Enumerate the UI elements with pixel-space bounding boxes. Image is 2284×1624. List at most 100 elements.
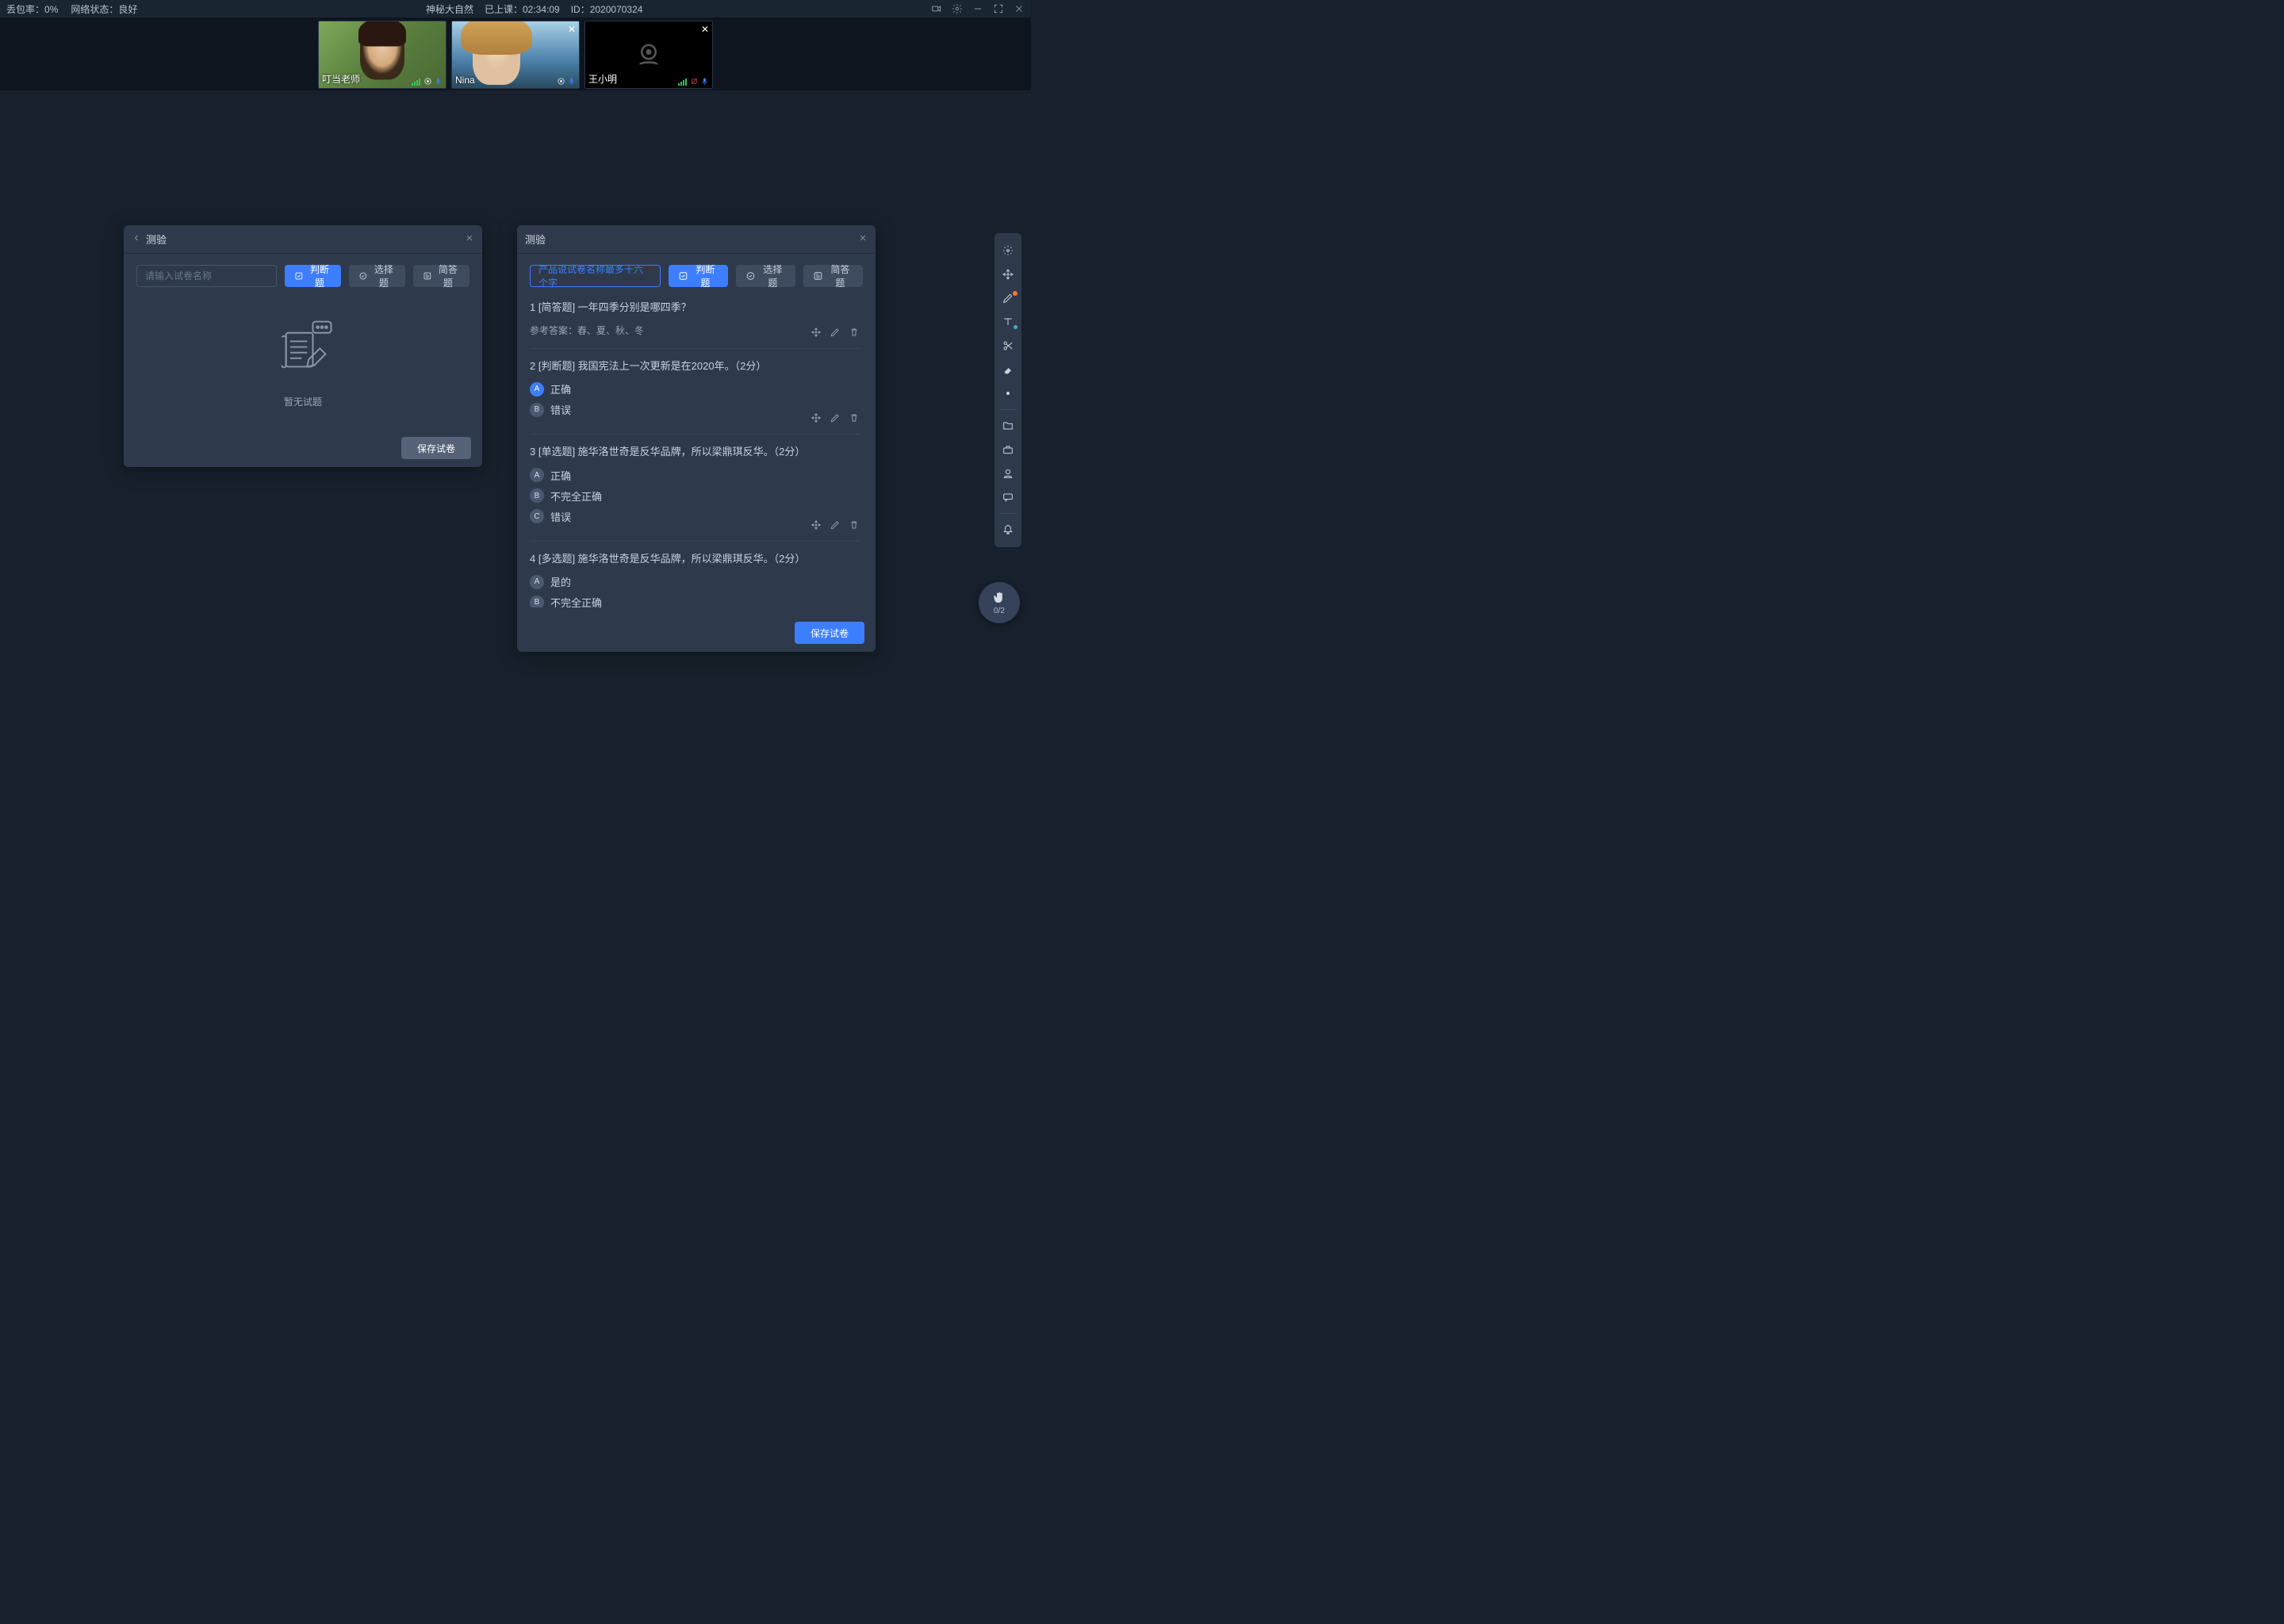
edit-question-icon[interactable] xyxy=(830,412,841,426)
fullscreen-icon[interactable] xyxy=(993,3,1004,14)
empty-illustration-icon xyxy=(267,319,339,382)
question-item: 3 [单选题] 施华洛世奇是反华品牌，所以梁鼎琪反华。（2分） A 正确 B 不… xyxy=(530,435,860,542)
delete-question-icon[interactable] xyxy=(849,519,860,533)
minimize-icon[interactable] xyxy=(972,3,983,14)
webcam-icon xyxy=(423,77,432,86)
elapsed-time: 已上课：02:34:09 xyxy=(485,2,560,16)
question-title: 3 [单选题] 施华洛世奇是反华品牌，所以梁鼎琪反华。（2分） xyxy=(530,444,860,460)
add-short-answer-button[interactable]: 简答题 xyxy=(413,265,469,287)
empty-state: 暂无试题 xyxy=(136,292,469,429)
text-tool-icon[interactable] xyxy=(996,311,1020,333)
question-item: 2 [判断题] 我国宪法上一次更新是在2020年。（2分） A 正确 B 错误 xyxy=(530,349,860,435)
option-label: 错误 xyxy=(550,402,571,417)
quiz-name-input[interactable]: 产品说试卷名称最多十六个字 xyxy=(530,265,661,287)
question-list: 1 [简答题] 一年四季分别是哪四季？参考答案：春、夏、秋、冬 2 [判断题] … xyxy=(530,290,863,607)
raise-hand-button[interactable]: 0/2 xyxy=(979,582,1020,623)
session-id: ID：2020070324 xyxy=(571,2,643,16)
camera-toggle-icon[interactable] xyxy=(931,3,942,14)
option-letter: B xyxy=(530,488,544,503)
question-option[interactable]: B 不完全正确 xyxy=(530,595,860,607)
quiz-name-input[interactable] xyxy=(136,265,277,287)
save-quiz-button[interactable]: 保存试卷 xyxy=(401,437,471,459)
question-option[interactable]: B 不完全正确 xyxy=(530,488,860,504)
close-icon[interactable] xyxy=(465,233,474,245)
video-tile-nina[interactable]: ✕ Nina xyxy=(451,21,580,89)
course-title: 神秘大自然 xyxy=(426,2,473,16)
quiz-panel-empty: 测验 判断题 选择题 简答题 xyxy=(124,225,482,467)
close-icon[interactable]: ✕ xyxy=(701,24,709,35)
hand-icon xyxy=(992,591,1006,605)
quiz-panel-editor: 测验 产品说试卷名称最多十六个字 判断题 选择题 简答题 1 [简答题] 一 xyxy=(517,225,876,652)
close-window-icon[interactable] xyxy=(1014,3,1025,14)
question-item: 4 [多选题] 施华洛世奇是反华品牌，所以梁鼎琪反华。（2分） A 是的 B 不… xyxy=(530,542,860,608)
move-tool-icon[interactable] xyxy=(996,263,1020,285)
option-label: 不完全正确 xyxy=(550,595,602,607)
question-title: 1 [简答题] 一年四季分别是哪四季？ xyxy=(530,300,860,316)
option-label: 正确 xyxy=(550,468,571,483)
add-choice-question-button[interactable]: 选择题 xyxy=(349,265,405,287)
panel-title: 测验 xyxy=(146,232,167,247)
hand-count: 0/2 xyxy=(994,607,1005,615)
question-option[interactable]: A 正确 xyxy=(530,381,860,396)
participant-video-strip: 叮当老师 ✕ Nina ✕ 王小明 xyxy=(0,17,1031,90)
user-tool-icon[interactable] xyxy=(996,462,1020,485)
participant-name: 王小明 xyxy=(588,72,617,86)
option-label: 错误 xyxy=(550,509,571,524)
scissors-tool-icon[interactable] xyxy=(996,335,1020,357)
eraser-tool-icon[interactable] xyxy=(996,358,1020,381)
pen-tool-icon[interactable] xyxy=(996,287,1020,309)
annotation-toolbar xyxy=(994,233,1021,547)
add-short-answer-button[interactable]: 简答题 xyxy=(803,265,863,287)
webcam-muted-icon xyxy=(690,77,699,86)
webcam-icon xyxy=(557,77,565,86)
edit-question-icon[interactable] xyxy=(830,327,841,340)
top-status-bar: 丢包率：0% 网络状态：良好 神秘大自然 已上课：02:34:09 ID：202… xyxy=(0,0,1031,17)
network-status: 网络状态：良好 xyxy=(71,2,137,16)
video-tile-wang[interactable]: ✕ 王小明 xyxy=(584,21,713,89)
question-option[interactable]: A 是的 xyxy=(530,574,860,589)
toolbox-tool-icon[interactable] xyxy=(996,439,1020,461)
packet-loss: 丢包率：0% xyxy=(6,2,58,16)
move-question-icon[interactable] xyxy=(811,519,822,533)
close-icon[interactable] xyxy=(858,233,868,245)
option-letter: B xyxy=(530,403,544,417)
mic-icon xyxy=(567,77,576,86)
mic-icon xyxy=(434,77,443,86)
brightness-tool-icon[interactable] xyxy=(996,382,1020,404)
question-option[interactable]: A 正确 xyxy=(530,468,860,483)
video-tile-teacher[interactable]: 叮当老师 xyxy=(318,21,446,89)
option-letter: C xyxy=(530,509,544,523)
pointer-tool-icon[interactable] xyxy=(996,239,1020,262)
participant-name: 叮当老师 xyxy=(322,72,360,86)
signal-icon xyxy=(678,78,687,86)
panel-title: 测验 xyxy=(525,232,546,247)
bell-tool-icon[interactable] xyxy=(996,519,1020,541)
delete-question-icon[interactable] xyxy=(849,412,860,426)
signal-icon xyxy=(412,78,420,86)
add-choice-question-button[interactable]: 选择题 xyxy=(736,265,795,287)
delete-question-icon[interactable] xyxy=(849,327,860,340)
chat-tool-icon[interactable] xyxy=(996,486,1020,508)
option-letter: A xyxy=(530,382,544,396)
move-question-icon[interactable] xyxy=(811,327,822,340)
move-question-icon[interactable] xyxy=(811,412,822,426)
add-tf-question-button[interactable]: 判断题 xyxy=(285,265,341,287)
option-letter: A xyxy=(530,468,544,482)
empty-label: 暂无试题 xyxy=(284,395,322,408)
edit-question-icon[interactable] xyxy=(830,519,841,533)
settings-icon[interactable] xyxy=(952,3,963,14)
back-button[interactable] xyxy=(132,233,141,245)
question-title: 2 [判断题] 我国宪法上一次更新是在2020年。（2分） xyxy=(530,358,860,374)
option-letter: B xyxy=(530,596,544,608)
participant-name: Nina xyxy=(455,75,475,86)
option-label: 正确 xyxy=(550,381,571,396)
option-letter: A xyxy=(530,575,544,589)
option-label: 是的 xyxy=(550,574,571,589)
close-icon[interactable]: ✕ xyxy=(568,24,576,35)
save-quiz-button[interactable]: 保存试卷 xyxy=(795,622,864,644)
question-title: 4 [多选题] 施华洛世奇是反华品牌，所以梁鼎琪反华。（2分） xyxy=(530,551,860,567)
option-label: 不完全正确 xyxy=(550,488,602,504)
add-tf-question-button[interactable]: 判断题 xyxy=(669,265,728,287)
question-item: 1 [简答题] 一年四季分别是哪四季？参考答案：春、夏、秋、冬 xyxy=(530,290,860,349)
folder-tool-icon[interactable] xyxy=(996,415,1020,437)
